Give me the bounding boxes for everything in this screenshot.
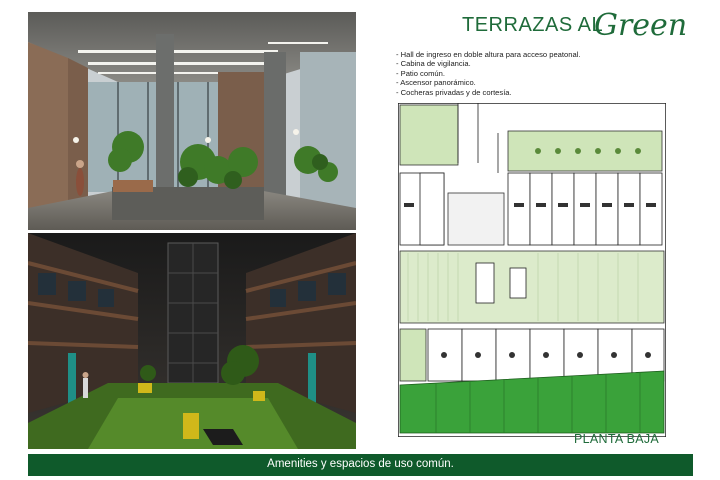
features-list: - Hall de ingreso en doble altura para a…	[396, 50, 696, 97]
feature-item: - Cocheras privadas y de cortesía.	[396, 87, 512, 97]
footer-text: Amenities y espacios de uso común.	[267, 458, 454, 470]
brand-name: TERRAZAS AL	[462, 14, 604, 36]
brand-script: Green	[594, 8, 688, 43]
floor-plan-image	[397, 102, 667, 438]
atrium-render	[28, 233, 356, 449]
lobby-render-image	[28, 12, 356, 230]
footer-bar: Amenities y espacios de uso común.	[28, 454, 693, 476]
floor-plan	[397, 102, 667, 438]
feature-item: - Cabina de vigilancia.	[396, 59, 471, 69]
feature-item: - Hall de ingreso en doble altura para a…	[396, 50, 581, 59]
feature-item: - Ascensor panorámico.	[396, 78, 476, 88]
feature-item: - Patio común.	[396, 68, 445, 78]
atrium-render-image	[28, 233, 356, 449]
lobby-render	[28, 12, 356, 230]
plan-caption: PLANTA BAJA	[574, 432, 660, 446]
brand-logo: TERRAZAS AL Green	[462, 8, 712, 50]
